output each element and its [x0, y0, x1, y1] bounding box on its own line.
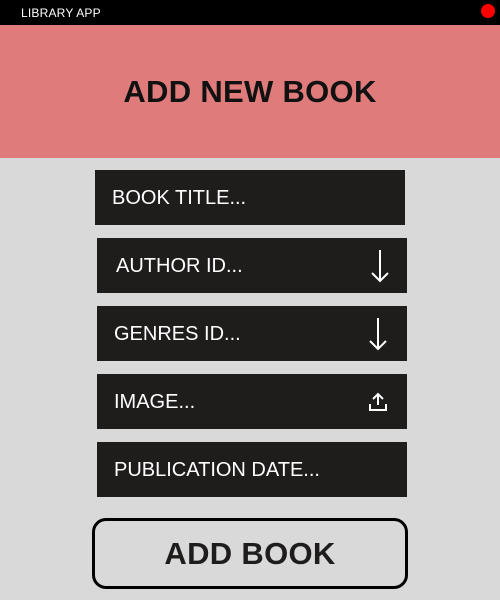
- genres-id-placeholder: GENRES ID...: [114, 322, 241, 345]
- add-book-button-label: ADD BOOK: [164, 535, 336, 571]
- author-id-placeholder: AUTHOR ID...: [116, 254, 243, 277]
- book-title-placeholder: BOOK TITLE...: [112, 186, 247, 209]
- app-title: LIBRARY APP: [21, 6, 101, 20]
- page-title: ADD NEW BOOK: [123, 73, 377, 109]
- window-titlebar: LIBRARY APP: [0, 0, 500, 25]
- upload-icon[interactable]: [368, 392, 388, 412]
- book-title-input[interactable]: BOOK TITLE...: [95, 170, 405, 225]
- add-book-button[interactable]: ADD BOOK: [92, 518, 408, 589]
- arrow-down-icon[interactable]: [368, 316, 388, 352]
- publication-date-input[interactable]: PUBLICATION DATE...: [97, 442, 407, 497]
- publication-date-placeholder: PUBLICATION DATE...: [114, 458, 320, 481]
- arrow-down-icon[interactable]: [370, 248, 390, 284]
- image-placeholder: IMAGE...: [114, 390, 196, 413]
- close-button[interactable]: [481, 4, 495, 18]
- author-id-select[interactable]: AUTHOR ID...: [97, 238, 407, 293]
- image-upload-field[interactable]: IMAGE...: [97, 374, 407, 429]
- page-header: ADD NEW BOOK: [0, 25, 500, 158]
- genres-id-select[interactable]: GENRES ID...: [97, 306, 407, 361]
